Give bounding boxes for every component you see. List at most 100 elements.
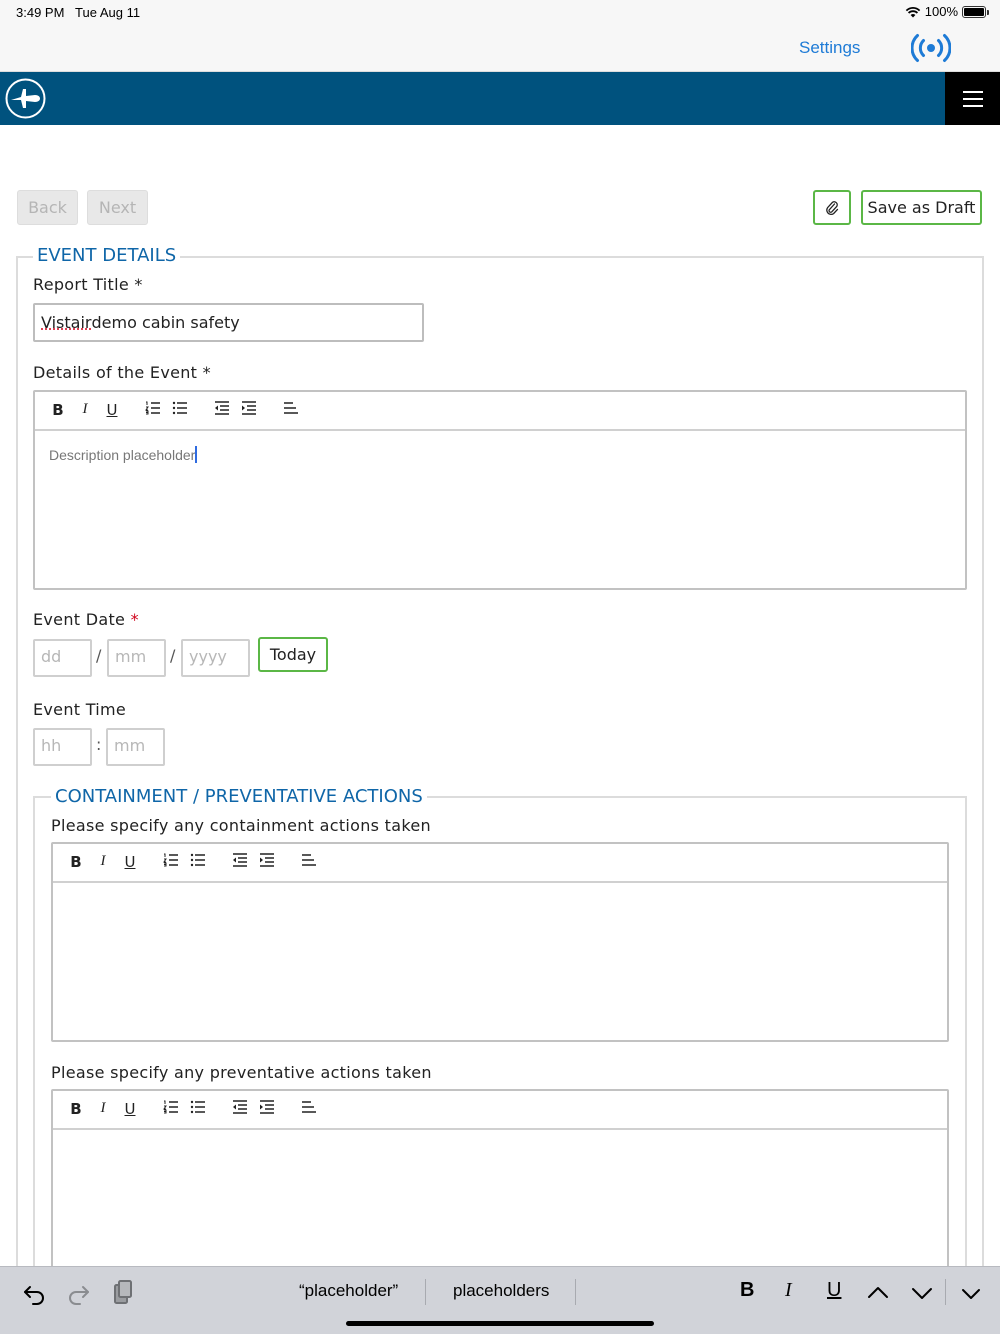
bold-button[interactable]: B xyxy=(67,1100,85,1118)
containment-editor-toolbar: B I U xyxy=(53,844,947,883)
battery-icon xyxy=(962,5,989,18)
back-button[interactable]: Back xyxy=(17,190,78,225)
paperclip-icon xyxy=(826,200,839,215)
suggestion-1[interactable]: “placeholder” xyxy=(299,1281,398,1301)
event-date-label: Event Date * xyxy=(33,610,139,629)
report-title-label: Report Title * xyxy=(33,275,143,294)
event-time-hour-input[interactable]: hh xyxy=(33,728,92,766)
app-header xyxy=(0,72,1000,125)
containment-actions-editor[interactable]: B I U xyxy=(51,842,949,1042)
keyboard-underline-button[interactable]: U xyxy=(827,1279,841,1302)
wifi-icon xyxy=(905,6,920,17)
unordered-list-button[interactable] xyxy=(190,1100,208,1114)
report-title-value-word: Vistair xyxy=(41,313,92,332)
save-draft-button[interactable]: Save as Draft xyxy=(861,190,982,225)
outdent-button[interactable] xyxy=(232,1100,250,1114)
ordered-list-button[interactable] xyxy=(145,401,163,415)
details-label: Details of the Event * xyxy=(33,363,211,382)
italic-button[interactable]: I xyxy=(94,1100,112,1117)
unordered-list-button[interactable] xyxy=(190,853,208,867)
bold-button[interactable]: B xyxy=(49,401,67,419)
align-left-icon xyxy=(284,402,298,414)
paste-icon[interactable] xyxy=(108,1279,136,1307)
indent-button[interactable] xyxy=(259,1100,277,1114)
ordered-list-icon xyxy=(163,1100,178,1114)
unordered-list-icon xyxy=(190,1100,205,1114)
indent-button[interactable] xyxy=(259,853,277,867)
preventative-actions-label: Please specify any preventative actions … xyxy=(51,1063,432,1082)
chevron-down-icon[interactable] xyxy=(908,1279,936,1307)
align-left-button[interactable] xyxy=(283,401,301,415)
italic-button[interactable]: I xyxy=(76,401,94,418)
hamburger-menu-button[interactable] xyxy=(945,72,1000,125)
preventative-actions-editor[interactable]: B I U xyxy=(51,1089,949,1289)
battery-percent: 100% xyxy=(924,4,958,19)
containment-legend: CONTAINMENT / PREVENTATIVE ACTIONS xyxy=(51,786,427,807)
align-left-button[interactable] xyxy=(301,1100,319,1114)
indent-button[interactable] xyxy=(241,401,259,415)
status-time: 3:49 PM Tue Aug 11 xyxy=(16,5,141,20)
indent-icon xyxy=(260,1100,274,1114)
outdent-button[interactable] xyxy=(214,401,232,415)
ordered-list-button[interactable] xyxy=(163,1100,181,1114)
hamburger-menu-icon xyxy=(962,90,983,93)
details-editor[interactable]: B I U Description placeholder xyxy=(33,390,967,590)
redo-icon[interactable] xyxy=(64,1279,92,1307)
underline-button[interactable]: U xyxy=(121,853,139,871)
event-time-minute-input[interactable]: mm xyxy=(106,728,165,766)
unordered-list-button[interactable] xyxy=(172,401,190,415)
undo-icon[interactable] xyxy=(21,1279,49,1307)
report-title-value: demo cabin safety xyxy=(91,313,240,332)
keyboard-italic-button[interactable]: I xyxy=(785,1279,792,1302)
outdent-icon xyxy=(233,1100,247,1114)
suggestion-divider xyxy=(425,1279,426,1305)
nav-bar: Settings xyxy=(0,24,1000,72)
event-date-month-input[interactable]: mm xyxy=(107,639,166,677)
ordered-list-icon xyxy=(163,853,178,867)
date-separator: / xyxy=(96,646,102,665)
details-editor-content[interactable]: Description placeholder xyxy=(49,446,198,463)
outdent-button[interactable] xyxy=(232,853,250,867)
preventative-editor-toolbar: B I U xyxy=(53,1091,947,1130)
align-left-button[interactable] xyxy=(301,853,319,867)
event-time-label: Event Time xyxy=(33,700,127,719)
outdent-icon xyxy=(233,853,247,867)
details-editor-toolbar: B I U xyxy=(35,392,965,431)
unordered-list-icon xyxy=(172,401,187,415)
home-indicator xyxy=(346,1321,654,1326)
keyboard-bold-button[interactable]: B xyxy=(740,1279,754,1302)
event-date-year-input[interactable]: yyyy xyxy=(181,639,250,677)
time-separator: : xyxy=(96,735,102,754)
indent-icon xyxy=(242,401,256,415)
align-left-icon xyxy=(302,854,316,866)
airplane-logo-icon[interactable] xyxy=(5,78,46,119)
ordered-list-button[interactable] xyxy=(163,853,181,867)
underline-button[interactable]: U xyxy=(103,401,121,419)
unordered-list-icon xyxy=(190,853,205,867)
bold-button[interactable]: B xyxy=(67,853,85,871)
report-title-input[interactable]: Vistair demo cabin safety xyxy=(33,303,424,342)
next-button[interactable]: Next xyxy=(87,190,148,225)
settings-link[interactable]: Settings xyxy=(799,38,860,58)
status-bar: 3:49 PM Tue Aug 11 100% xyxy=(0,0,1000,24)
status-right: 100% xyxy=(905,4,989,19)
text-caret xyxy=(195,446,198,463)
ordered-list-icon xyxy=(145,401,160,415)
attach-button[interactable] xyxy=(813,190,851,225)
suggestion-2[interactable]: placeholders xyxy=(453,1281,549,1301)
date-separator: / xyxy=(170,646,176,665)
event-details-legend: EVENT DETAILS xyxy=(33,245,181,266)
event-date-day-input[interactable]: dd xyxy=(33,639,92,677)
broadcast-icon[interactable] xyxy=(911,32,951,64)
dismiss-keyboard-icon[interactable] xyxy=(957,1279,985,1307)
suggestion-divider xyxy=(575,1279,576,1305)
italic-button[interactable]: I xyxy=(94,853,112,870)
underline-button[interactable]: U xyxy=(121,1100,139,1118)
align-left-icon xyxy=(302,1101,316,1113)
outdent-icon xyxy=(215,401,229,415)
indent-icon xyxy=(260,853,274,867)
containment-actions-label: Please specify any containment actions t… xyxy=(51,816,431,835)
chevron-up-icon[interactable] xyxy=(864,1279,892,1307)
toolbar-divider xyxy=(945,1279,946,1305)
today-button[interactable]: Today xyxy=(258,637,328,672)
